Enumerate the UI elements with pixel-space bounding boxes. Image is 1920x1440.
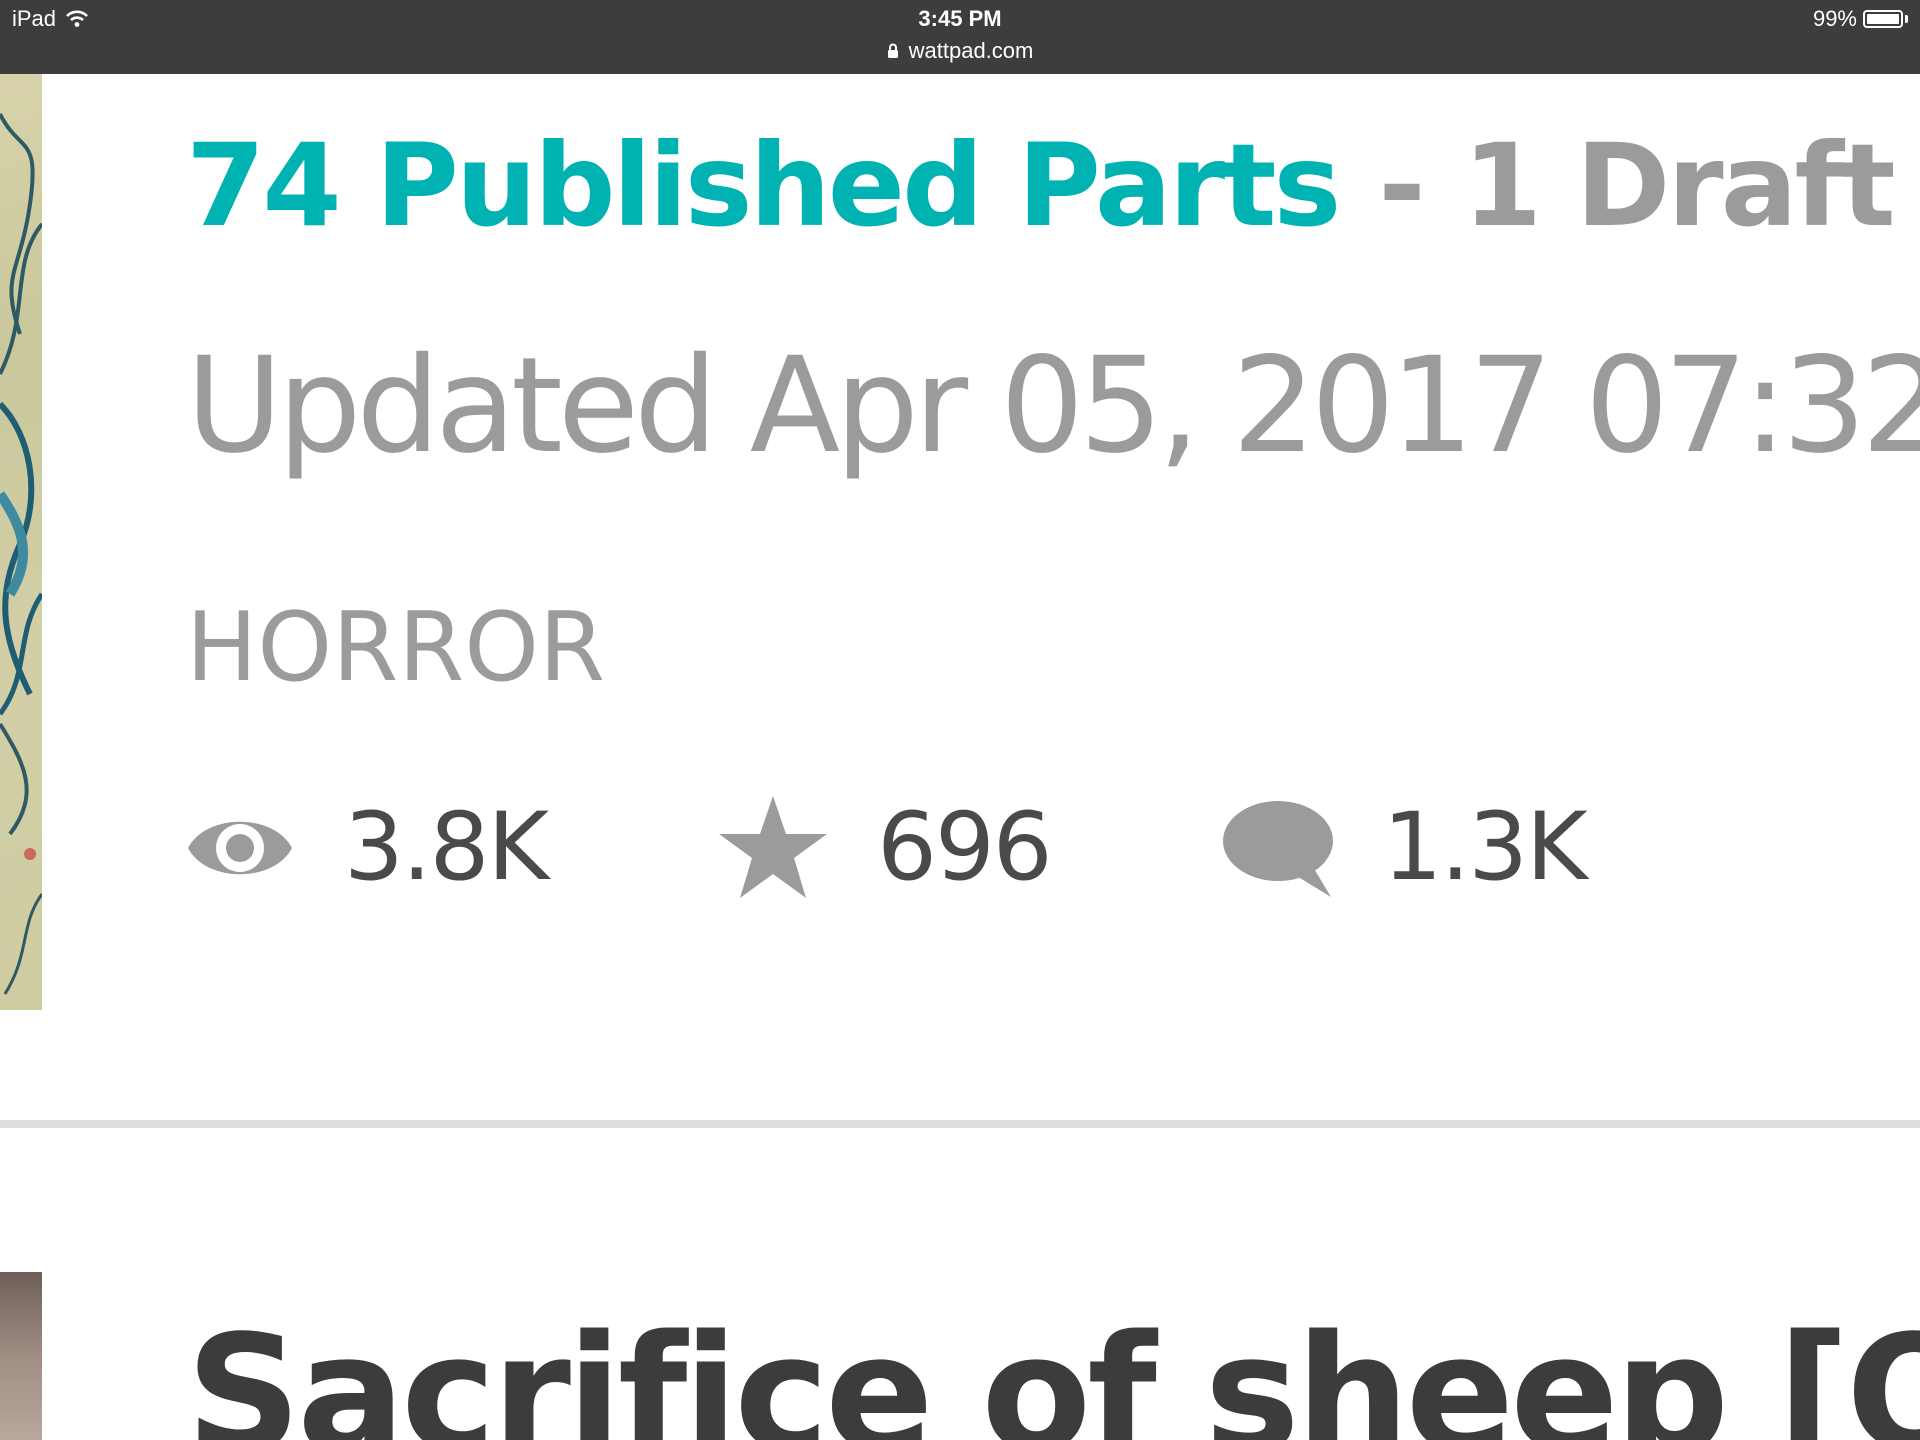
lock-icon [887,43,898,58]
comments-count: 1.3K [1382,793,1588,902]
story-category[interactable]: HORROR [186,601,605,696]
votes-stat: 696 [717,793,1053,902]
votes-count: 696 [877,793,1052,902]
parts-separator: - [1378,119,1425,252]
battery-icon [1863,10,1903,28]
story-list: 74 Published Parts -1 Draft Updated Apr 0… [0,74,1920,1440]
status-bar-right: 99% [1813,6,1908,32]
story-cover-image[interactable] [0,74,42,1010]
cover-art-illustration [0,113,42,995]
battery-percent: 99% [1812,6,1857,31]
story-updated-date: Updated Apr 05, 2017 07:32AM [186,329,1920,483]
battery-fill [1867,14,1899,24]
story-divider [0,1120,1920,1128]
battery-tip [1905,15,1908,23]
reads-stat: 3.8K [184,793,549,902]
story-parts-summary: 74 Published Parts -1 Draft [186,129,1896,243]
comments-stat: 1.3K [1221,793,1588,902]
star-icon [719,796,828,898]
reads-count: 3.8K [344,793,549,902]
address-bar[interactable]: wattpad.com [0,38,1920,64]
story-stats: 3.8K 696 1.3K [184,793,1588,902]
comment-bubble-icon [1222,801,1333,897]
next-story-title[interactable]: Sacrifice of sheep [Oneshot] [186,1314,1920,1440]
eye-icon [188,821,292,875]
status-bar: iPad 3:45 PM wattpad.com 99% [0,0,1920,74]
status-time: 3:45 PM [918,6,1002,31]
url-text: wattpad.com [908,38,1034,63]
draft-parts-count[interactable]: 1 Draft [1463,119,1896,252]
next-story-cover-image[interactable] [0,1272,42,1440]
published-parts-link[interactable]: 74 Published Parts [186,119,1341,252]
